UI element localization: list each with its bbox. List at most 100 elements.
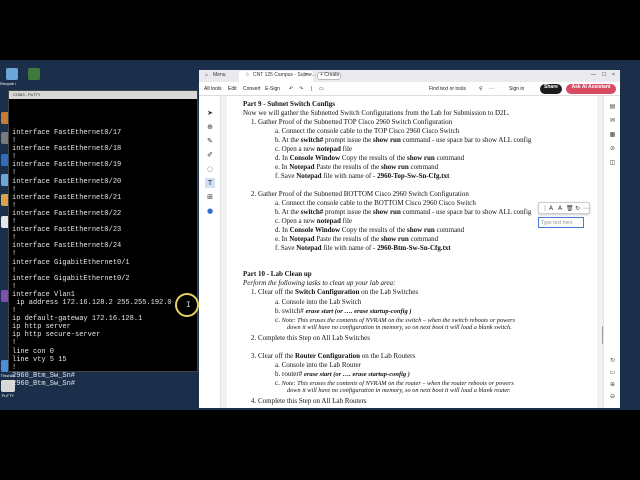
clean-step-1b: b. switch# erase start (or …. erase star… (275, 307, 412, 316)
close-tab-icon[interactable]: × (305, 72, 308, 78)
step-2e: e. In Notepad Paste the results of the s… (275, 235, 438, 243)
text: switch# (300, 136, 324, 144)
text: Console Window (289, 154, 341, 162)
close-window-icon[interactable]: × (612, 72, 615, 78)
bookmark-icon[interactable]: ▤ (608, 102, 617, 111)
rotate-icon[interactable]: ↻ (575, 205, 580, 212)
text: Note: This erases the contents of NVRAM … (281, 317, 516, 324)
text: b. At the (275, 208, 301, 216)
search-icon[interactable]: ⚲ (479, 86, 483, 92)
text-tool-icon[interactable]: T (205, 178, 215, 188)
text: prompt issue the (323, 136, 374, 144)
terminal-line: ! (12, 201, 17, 210)
sign-in-link[interactable]: Sign in (509, 86, 524, 92)
attach-icon[interactable]: ⊘ (608, 144, 617, 153)
zoom-tool-icon[interactable]: ⊕ (205, 122, 215, 132)
step-1c: c. Open a new notepad file (275, 145, 352, 153)
app-icon[interactable] (28, 68, 40, 80)
text: show run (380, 163, 409, 171)
minimize-icon[interactable]: — (591, 72, 596, 78)
terminal-line: line con 0 (12, 347, 55, 356)
text: show run (380, 235, 409, 243)
stamp-tool-icon[interactable]: ⊞ (205, 192, 215, 202)
text: b. router# (275, 370, 304, 378)
clean-step-1c-cont: down it will have no configuration in me… (287, 324, 512, 331)
find-input[interactable]: Find text or tools (429, 86, 479, 94)
drag-handle-icon[interactable]: ⋮ (542, 205, 548, 212)
text-format-icon[interactable]: A (558, 205, 562, 212)
more-icon[interactable]: ⋯ (489, 86, 494, 92)
comment-tool-icon[interactable]: ✎ (205, 136, 215, 146)
document-page: Part 9 - Subnet Switch Configs Now we wi… (227, 96, 605, 408)
terminal-prompt: 2960_Btm_Sw_Sn# (12, 371, 76, 380)
maximize-icon[interactable]: ☐ (602, 72, 606, 78)
star-icon[interactable]: ☆ (245, 72, 249, 78)
clean-step-3: 3. Clear off the Router Configuration on… (251, 352, 415, 360)
zoom-in-icon[interactable]: ⊕ (608, 380, 617, 389)
clean-step-3b: b. router# erase start (or …. erase star… (275, 370, 410, 379)
page-view-icon[interactable]: ▭ (608, 368, 617, 377)
text: show run (407, 226, 435, 234)
text: show run (407, 154, 435, 162)
convert-menu[interactable]: Convert (243, 86, 261, 92)
ai-assistant-button[interactable]: Ask AI Assistant (566, 84, 616, 94)
terminal-line: interface FastEthernet0/24 (12, 242, 122, 251)
select-tool-icon[interactable]: ➤ (205, 108, 215, 118)
page-icon[interactable]: ▭ (319, 86, 324, 92)
menu-button[interactable]: Menu (213, 72, 226, 78)
text: show run (373, 136, 401, 144)
terminal-prompt: 2960_Btm_Sw_Sn# (12, 379, 76, 388)
delete-icon[interactable]: 🗑 (566, 205, 574, 212)
rotate-page-icon[interactable]: ↻ (608, 356, 617, 365)
part9-heading: Part 9 - Subnet Switch Configs (243, 100, 335, 108)
comment-icon[interactable]: ✉ (608, 116, 617, 125)
letterbox-bottom (0, 410, 640, 480)
text: command (408, 235, 439, 243)
terminal-body[interactable]: interface FastEthernet0/17 ! interface F… (9, 99, 197, 388)
terminal-line: interface GigabitEthernet0/1 (12, 258, 130, 267)
text: f. Save (275, 244, 297, 252)
terminal-line: ! (12, 218, 17, 227)
text: command (434, 226, 465, 234)
part9-intro: Now we will gather the Subnetted Switch … (243, 109, 510, 117)
text-annotation-input[interactable]: Type text here (538, 217, 584, 228)
esign-menu[interactable]: E-Sign (265, 86, 280, 92)
acrobat-window[interactable]: ⌂ Menu ☆ CNT 125 Campus - Subne... × + C… (199, 70, 620, 408)
font-size-icon[interactable]: A (549, 205, 553, 212)
share-button[interactable]: Share (540, 84, 562, 94)
more-options-icon[interactable]: ⋯ (583, 205, 589, 212)
draw-tool-icon[interactable]: ◌ (205, 164, 215, 174)
layers-icon[interactable]: ◫ (608, 158, 617, 167)
clean-step-3c-cont: down it will have no configuration in me… (287, 387, 511, 394)
terminal-line: ip http secure-server (12, 331, 101, 340)
terminal-line: ! (12, 307, 17, 316)
terminal-line: interface FastEthernet0/19 (12, 161, 122, 170)
edit-menu[interactable]: Edit (228, 86, 237, 92)
text: d. In (275, 226, 290, 234)
text: Note: This erases the contents of NVRAM … (281, 380, 514, 387)
step-2f: f. Save Notepad file with name of - 2960… (275, 244, 451, 252)
zoom-out-icon[interactable]: ⊖ (608, 392, 617, 401)
undo-icon[interactable]: ↶ (289, 86, 293, 92)
all-tools-menu[interactable]: All tools (204, 86, 222, 92)
highlight-tool-icon[interactable]: ✐ (205, 150, 215, 160)
text: 2960-Btm-Sw-Sn-Cfg.txt (377, 244, 451, 252)
terminal-line: ip http server (12, 323, 71, 332)
dot-icon[interactable]: ● (205, 206, 215, 216)
redo-icon[interactable]: ↷ (299, 86, 303, 92)
text: erase start (or …. erase startup-config … (303, 371, 410, 378)
terminal-line: ! (12, 250, 17, 259)
terminal-line: interface FastEthernet0/20 (12, 177, 122, 186)
text: 1. Clear off the (251, 288, 295, 296)
text: Switch Configuration (295, 288, 360, 296)
terminal-window[interactable]: COM3 - PuTTY interface FastEthernet0/17 … (8, 90, 198, 388)
terminal-line: interface FastEthernet0/17 (12, 129, 122, 137)
text: Notepad (289, 163, 315, 171)
recycle-bin-icon[interactable] (6, 68, 18, 80)
step-1: 1. Gather Proof of the Subnetted TOP Cis… (251, 118, 453, 126)
pages-icon[interactable]: ▦ (608, 130, 617, 139)
home-icon[interactable]: ⌂ (205, 72, 208, 78)
document-area[interactable]: Part 9 - Subnet Switch Configs Now we wi… (221, 96, 605, 408)
ibeam-cursor-icon: I (186, 301, 191, 310)
text: e. In (275, 235, 290, 243)
